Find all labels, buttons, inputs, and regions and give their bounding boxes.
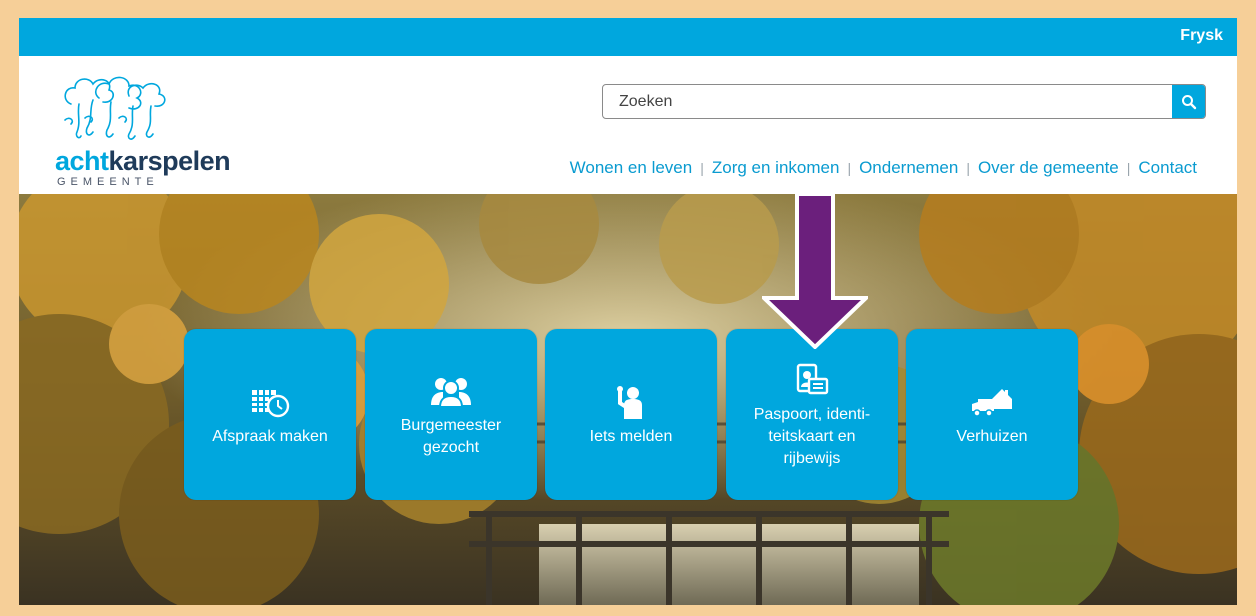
nav-item-ondernemen[interactable]: Ondernemen [859, 158, 958, 178]
site-header: achtkarspelen GEMEENTE Wonen en leven | … [19, 56, 1237, 194]
tile-label: Paspoort, identi- teitskaart en rijbewij… [753, 405, 871, 467]
search-box [602, 84, 1206, 119]
tile-paspoort-identiteitskaart-rijbewijs[interactable]: Paspoort, identi- teitskaart en rijbewij… [726, 329, 898, 500]
top-bar: Frysk [19, 18, 1237, 56]
nav-item-contact[interactable]: Contact [1138, 158, 1197, 178]
report-person-icon [611, 382, 651, 422]
tile-label: Iets melden [589, 427, 673, 445]
tile-label: Burgemeester gezocht [400, 416, 502, 456]
logo-word-karspelen: karspelen [108, 146, 231, 176]
tile-label: Afspraak maken [212, 427, 328, 445]
nav-separator: | [700, 160, 704, 176]
id-documents-icon [792, 360, 832, 400]
search-input[interactable] [603, 85, 1173, 118]
hero-banner: Afspraak maken Burgemeester gezocht Iets… [19, 194, 1237, 605]
nav-separator: | [1126, 160, 1131, 176]
tile-verhuizen[interactable]: Verhuizen [906, 329, 1078, 500]
logo-word-acht: acht [55, 146, 109, 176]
tile-iets-melden[interactable]: Iets melden [545, 329, 717, 500]
nav-item-zorg-en-inkomen[interactable]: Zorg en inkomen [712, 158, 840, 178]
nav-item-over-de-gemeente[interactable]: Over de gemeente [978, 158, 1119, 178]
tree-logo-icon [64, 76, 166, 140]
nav-item-wonen-en-leven[interactable]: Wonen en leven [570, 158, 693, 178]
nav-separator: | [847, 160, 852, 176]
main-nav: Wonen en leven | Zorg en inkomen | Onder… [570, 158, 1197, 178]
tile-burgemeester-gezocht[interactable]: Burgemeester gezocht [365, 329, 537, 500]
search-icon [1181, 94, 1196, 109]
nav-separator: | [966, 160, 970, 176]
people-group-icon [431, 371, 471, 411]
browser-viewport: Frysk achtkarspelen GEMEENTE Zoeken Wone… [19, 18, 1237, 605]
tile-label: Verhuizen [956, 427, 1028, 445]
down-arrow-annotation-icon [762, 194, 868, 349]
calendar-clock-icon [250, 382, 290, 422]
language-link-frysk[interactable]: Frysk [1180, 27, 1223, 45]
moving-truck-icon [972, 382, 1012, 422]
tile-afspraak-maken[interactable]: Afspraak maken [184, 329, 356, 500]
search-button[interactable] [1172, 85, 1205, 118]
logo-subtitle: GEMEENTE [57, 176, 159, 188]
site-logo[interactable]: achtkarspelen GEMEENTE [55, 74, 235, 188]
logo-wordmark: achtkarspelen [55, 146, 231, 176]
